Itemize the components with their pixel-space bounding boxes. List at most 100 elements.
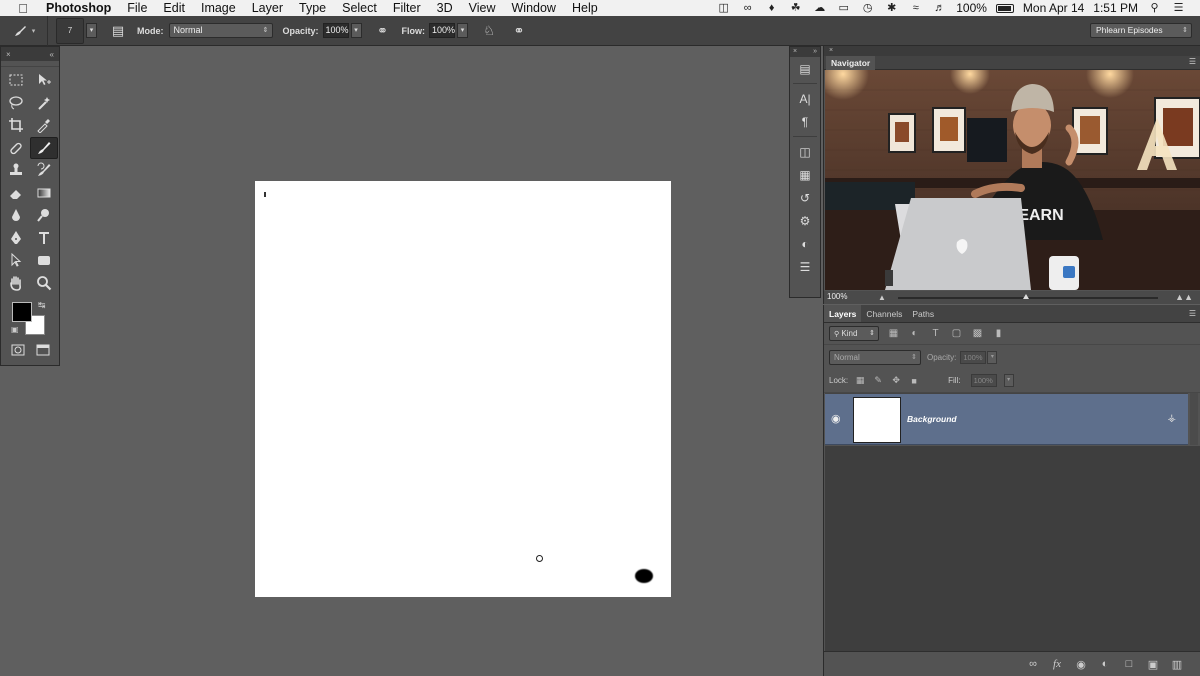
add-mask-icon[interactable]: ◉ [1075, 658, 1087, 671]
menu-layer[interactable]: Layer [244, 0, 291, 16]
wifi-icon[interactable]: ≈ [908, 2, 923, 14]
crop-tool-icon[interactable] [2, 114, 30, 137]
tab-navigator[interactable]: Navigator [826, 56, 876, 70]
fill-dropdown[interactable]: ▾ [1003, 374, 1014, 387]
gradient-tool-icon[interactable] [30, 182, 58, 205]
default-colors-icon[interactable]: ▣ [11, 325, 19, 334]
menu-file[interactable]: File [119, 0, 155, 16]
layer-name[interactable]: Background [907, 414, 957, 424]
menu-select[interactable]: Select [334, 0, 385, 16]
type-filter-icon[interactable]: T [929, 327, 942, 340]
close-icon[interactable]: × [829, 47, 833, 54]
swatches-panel-icon[interactable]: ▦ [790, 163, 820, 186]
bluetooth-icon[interactable]: ✱ [884, 2, 899, 14]
eyedropper-tool-icon[interactable] [30, 114, 58, 137]
creative-cloud-icon[interactable]: ∞ [740, 2, 755, 14]
blend-mode-select[interactable]: Normal ⇕ [829, 349, 921, 365]
panel-menu-icon[interactable]: ☰ [1189, 309, 1196, 318]
lock-transparency-icon[interactable]: ▦ [854, 375, 866, 386]
brush-preset-dropdown[interactable]: ▾ [86, 23, 97, 38]
tool-preset-picker[interactable]: ▾ [0, 15, 48, 46]
battery-icon[interactable] [995, 3, 1014, 13]
chat-bubble-icon[interactable]: ☁ [812, 2, 827, 14]
zoom-out-icon[interactable]: ▲ [878, 293, 886, 302]
trash-icon[interactable]: ▥ [1171, 658, 1183, 671]
fill-field[interactable]: 100% [970, 374, 997, 387]
lock-position-icon[interactable]: ✥ [890, 375, 902, 386]
link-layers-icon[interactable]: ∞ [1027, 658, 1039, 670]
info-panel-icon[interactable]: ◫ [790, 140, 820, 163]
spot-healing-tool-icon[interactable] [2, 137, 30, 160]
quick-mask-icon[interactable] [10, 342, 26, 358]
mode-select[interactable]: Normal ⇕ [168, 23, 273, 38]
menu-help[interactable]: Help [564, 0, 606, 16]
menu-filter[interactable]: Filter [385, 0, 429, 16]
magic-wand-tool-icon[interactable] [30, 92, 58, 115]
swap-colors-icon[interactable]: ↹ [38, 300, 46, 311]
type-tool-icon[interactable] [30, 227, 58, 250]
brush-presets-icon[interactable]: ⚙ [790, 209, 820, 232]
flow-dropdown[interactable]: ▾ [457, 23, 469, 38]
tab-channels[interactable]: Channels [861, 305, 907, 322]
tab-paths[interactable]: Paths [907, 305, 939, 322]
layer-opacity-field[interactable]: 100% [960, 350, 987, 364]
hand-tool-icon[interactable] [2, 272, 30, 295]
panel-menu-icon[interactable]: ☰ [1189, 57, 1196, 66]
navigator-preview[interactable]: HLEARN [825, 70, 1200, 290]
new-group-icon[interactable]: □ [1123, 658, 1135, 670]
close-icon[interactable]: × [6, 50, 11, 59]
opacity-dropdown[interactable]: ▾ [350, 23, 362, 38]
flow-field[interactable]: 100% [429, 23, 455, 38]
strip-header[interactable]: × » [790, 47, 820, 57]
lock-all-icon[interactable]: ■ [908, 376, 920, 386]
brush-size-picker[interactable]: 7 [56, 17, 84, 44]
history-panel-icon[interactable]: ↺ [790, 186, 820, 209]
menu-edit[interactable]: Edit [155, 0, 193, 16]
foreground-color-swatch[interactable] [12, 302, 32, 322]
history-brush-tool-icon[interactable] [30, 159, 58, 182]
pressure-opacity-icon[interactable]: ⚭ [374, 22, 392, 40]
navigator-header[interactable]: × [824, 46, 1200, 56]
dodge-tool-icon[interactable] [30, 204, 58, 227]
evernote-icon[interactable]: ☘ [788, 2, 803, 14]
shape-filter-icon[interactable]: ▢ [950, 327, 963, 340]
menu-image[interactable]: Image [193, 0, 244, 16]
pressure-size-icon[interactable]: ⚭ [510, 22, 528, 40]
airplay-icon[interactable]: ▭ [836, 2, 851, 14]
apple-icon[interactable]:  [12, 1, 34, 16]
fx-icon[interactable]: fx [1051, 658, 1063, 670]
properties-panel-icon[interactable]: ☰ [790, 255, 820, 278]
video-camera-icon[interactable]: ◫ [716, 2, 731, 14]
menubar-date[interactable]: Mon Apr 14 [1023, 1, 1084, 15]
lock-icon[interactable]: ⚶ [1168, 413, 1177, 424]
workspace-select[interactable]: Phlearn Episodes ⇕ [1090, 23, 1192, 38]
adjustment-filter-icon[interactable]: ◐ [908, 327, 921, 340]
clone-stamp-tool-icon[interactable] [2, 159, 30, 182]
brush-tool-icon[interactable] [30, 136, 58, 159]
expand-icon[interactable]: » [813, 47, 817, 57]
adjustment-layer-icon[interactable]: ◐ [1099, 658, 1111, 670]
lock-image-pixels-icon[interactable]: ✎ [872, 375, 884, 386]
layers-list-empty-area[interactable] [825, 446, 1200, 651]
menu-app-name[interactable]: Photoshop [34, 0, 119, 16]
menubar-time[interactable]: 1:51 PM [1093, 1, 1138, 15]
document-canvas[interactable] [255, 181, 671, 597]
navigator-zoom-value[interactable]: 100% [827, 292, 847, 301]
menu-view[interactable]: View [461, 0, 504, 16]
zoom-in-icon[interactable]: ▲▲ [1175, 292, 1193, 302]
tab-layers[interactable]: Layers [824, 305, 862, 322]
rectangle-tool-icon[interactable] [30, 249, 58, 272]
path-selection-tool-icon[interactable] [2, 249, 30, 272]
layers-scrollbar[interactable] [1190, 393, 1198, 445]
zoom-tool-icon[interactable] [30, 272, 58, 295]
menu-window[interactable]: Window [504, 0, 564, 16]
time-machine-icon[interactable]: ◷ [860, 2, 875, 14]
eye-visibility-icon[interactable]: ◉ [831, 412, 841, 425]
menu-type[interactable]: Type [291, 0, 334, 16]
layer-opacity-dropdown[interactable]: ▾ [987, 350, 998, 364]
navigator-zoom-slider[interactable] [898, 294, 1158, 299]
collapse-icon[interactable]: « [50, 50, 54, 59]
tools-panel-header[interactable]: × « [1, 47, 59, 61]
brush-panel-toggle-icon[interactable]: ▤ [109, 22, 127, 40]
blur-tool-icon[interactable] [2, 204, 30, 227]
